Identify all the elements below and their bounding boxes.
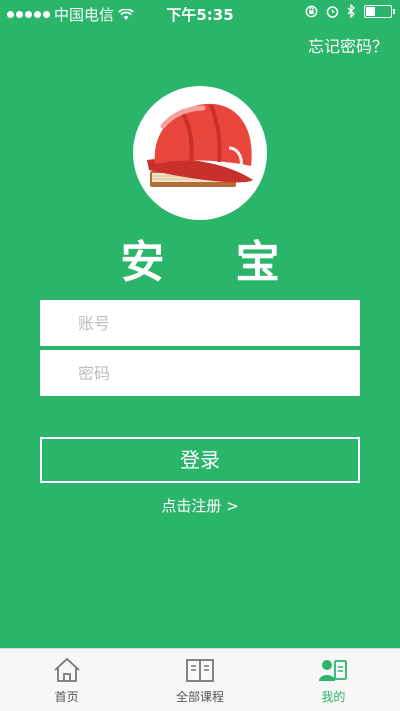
status-icons [305,4,395,18]
register-link[interactable]: 点击注册 > [0,495,400,516]
app-name: 安 宝 [120,237,308,288]
book-icon [186,659,214,682]
battery-icon [364,4,395,18]
app-logo [133,86,267,220]
password-input[interactable] [40,350,360,396]
alarm-icon [326,5,339,18]
account-input[interactable] [40,300,360,346]
helmet-icon [147,103,253,187]
tab-all-courses[interactable]: 全部课程 [133,649,266,711]
forgot-password-link[interactable]: 忘记密码？ [308,33,388,57]
tab-home-label: 首页 [54,690,79,704]
rotation-lock-icon [305,5,318,17]
tab-mine-label: 我的 [321,690,346,704]
password-field[interactable] [40,350,360,396]
login-button[interactable]: 登录 [40,437,360,483]
tab-home[interactable]: 首页 [0,649,133,711]
tab-all-courses-label: 全部课程 [175,690,224,704]
bluetooth-icon [347,4,355,18]
tab-mine[interactable]: 我的 [267,649,400,711]
home-icon [54,658,80,682]
account-field[interactable] [40,300,360,346]
profile-icon [319,660,348,681]
status-bar: 中国电信 下午5:35 [0,0,400,26]
tab-bar: 首页 全部课程 我的 [0,648,400,711]
